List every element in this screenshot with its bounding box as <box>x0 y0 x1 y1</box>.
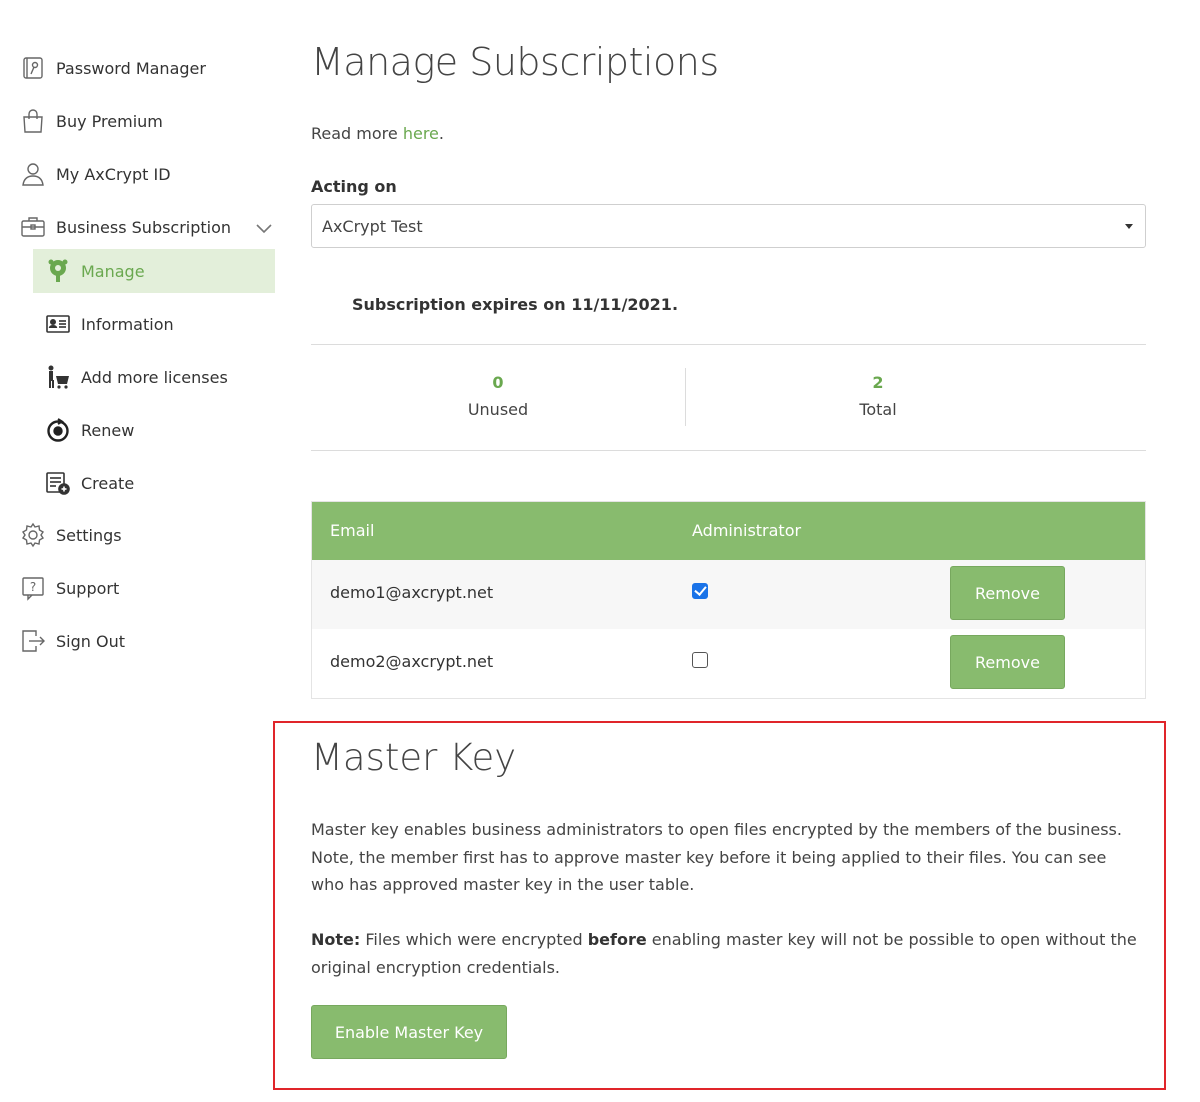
subscription-expiry: Subscription expires on 11/11/2021. <box>352 295 679 314</box>
divider <box>311 450 1146 451</box>
table-row: demo2@axcrypt.net Remove <box>312 629 1145 698</box>
column-header-administrator[interactable]: Administrator <box>692 521 801 540</box>
chevron-down-icon[interactable] <box>254 218 274 238</box>
sidebar-subitem-create[interactable]: Create <box>33 461 275 505</box>
table-header: Email Administrator <box>312 502 1145 560</box>
sidebar-item-my-axcrypt-id[interactable]: My AxCrypt ID <box>20 154 171 194</box>
acting-on-value: AxCrypt Test <box>322 216 423 236</box>
master-key-title: Master Key <box>311 736 517 779</box>
stat-value: 2 <box>872 373 884 392</box>
administrator-checkbox[interactable] <box>692 652 708 668</box>
sidebar-item-label: Information <box>81 314 174 334</box>
sidebar-item-password-manager[interactable]: Password Manager <box>20 48 206 88</box>
read-more-suffix: . <box>438 124 444 143</box>
sidebar-item-label: Sign Out <box>56 631 125 651</box>
note-text: Files which were encrypted <box>360 930 588 949</box>
sidebar-item-label: Settings <box>56 525 122 545</box>
sidebar-item-label: Buy Premium <box>56 111 163 131</box>
page-title: Manage Subscriptions <box>311 40 719 84</box>
acting-on-label: Acting on <box>311 177 397 196</box>
sidebar-item-settings[interactable]: Settings <box>20 515 122 555</box>
sidebar-subitem-manage[interactable]: Manage <box>33 249 275 293</box>
help-icon: ? <box>20 575 46 601</box>
column-header-email[interactable]: Email <box>330 521 374 540</box>
remove-button[interactable]: Remove <box>950 635 1065 689</box>
sidebar-item-label: Support <box>56 578 120 598</box>
caret-down-icon <box>1125 224 1133 229</box>
sidebar-item-label: Renew <box>81 420 135 440</box>
id-card-icon <box>45 311 71 337</box>
sidebar-item-sign-out[interactable]: Sign Out <box>20 621 125 661</box>
enable-master-key-button[interactable]: Enable Master Key <box>311 1005 507 1059</box>
sidebar-subitem-renew[interactable]: Renew <box>33 408 275 452</box>
master-key-note: Note: Files which were encrypted before … <box>311 926 1141 981</box>
sidebar-item-business-subscription[interactable]: Business Subscription <box>20 207 231 247</box>
stat-total: 2 Total <box>691 373 1065 419</box>
note-label: Note: <box>311 930 361 949</box>
sidebar-item-support[interactable]: ? Support <box>20 568 119 608</box>
administrator-checkbox[interactable] <box>692 583 708 599</box>
password-manager-icon <box>20 55 46 81</box>
gear-icon <box>20 522 46 548</box>
sidebar-item-label: My AxCrypt ID <box>56 164 171 184</box>
sidebar-item-buy-premium[interactable]: Buy Premium <box>20 101 163 141</box>
acting-on-select[interactable]: AxCrypt Test <box>311 204 1146 248</box>
add-licenses-icon <box>45 364 71 390</box>
sidebar-item-label: Create <box>81 473 135 493</box>
manage-icon <box>45 258 71 284</box>
note-emphasis: before <box>587 930 647 949</box>
sidebar-item-label: Manage <box>81 261 145 281</box>
renew-icon <box>45 417 71 443</box>
sidebar-subitem-add-more-licenses[interactable]: Add more licenses <box>33 355 275 399</box>
stat-label: Unused <box>467 400 529 419</box>
sign-out-icon <box>20 628 46 654</box>
briefcase-icon <box>20 214 46 240</box>
read-more-prefix: Read more <box>311 124 403 143</box>
user-icon <box>20 161 46 187</box>
sidebar-item-label: Business Subscription <box>56 217 232 237</box>
master-key-description: Master key enables business administrato… <box>311 820 1122 894</box>
read-more-text: Read more here. <box>311 124 444 143</box>
table-row: demo1@axcrypt.net Remove <box>312 560 1145 629</box>
row-email: demo1@axcrypt.net <box>330 583 494 602</box>
stat-divider <box>685 368 686 426</box>
sidebar-subitem-information[interactable]: Information <box>33 302 275 346</box>
stat-value: 0 <box>492 373 504 392</box>
row-email: demo2@axcrypt.net <box>330 652 494 671</box>
divider <box>311 344 1146 345</box>
svg-text:?: ? <box>30 580 36 594</box>
stat-unused: 0 Unused <box>311 373 685 419</box>
sidebar-item-label: Add more licenses <box>81 367 228 387</box>
remove-button[interactable]: Remove <box>950 566 1065 620</box>
read-more-link[interactable]: here <box>403 124 439 143</box>
stat-label: Total <box>859 400 897 419</box>
users-table: Email Administrator demo1@axcrypt.net Re… <box>311 501 1146 699</box>
create-icon <box>45 470 71 496</box>
shopping-bag-icon <box>20 108 46 134</box>
sidebar-item-label: Password Manager <box>56 58 206 78</box>
